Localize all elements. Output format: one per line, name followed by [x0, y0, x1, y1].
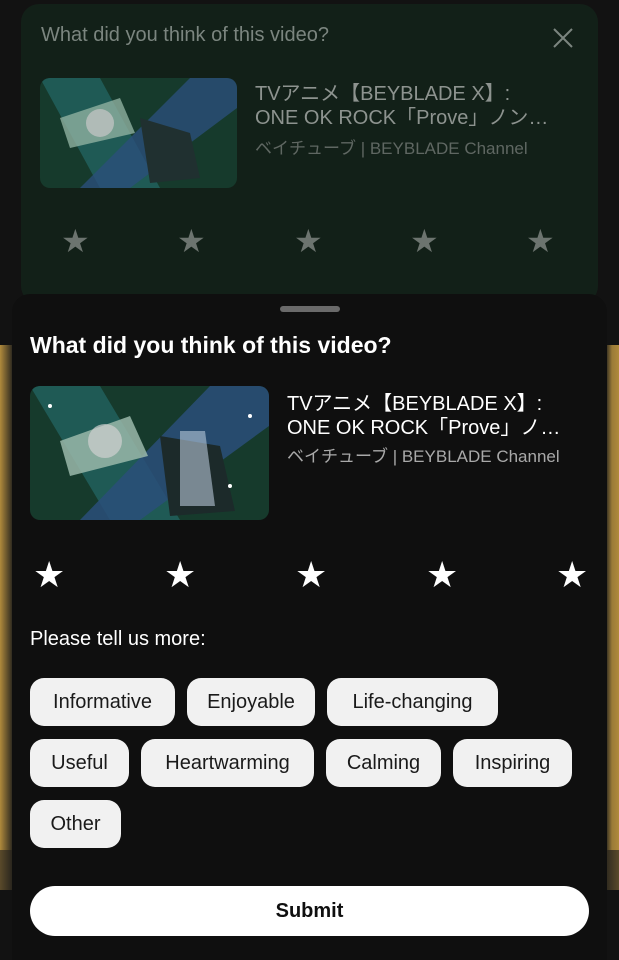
feedback-prompt: Please tell us more: [30, 628, 206, 650]
chip-inspiring[interactable]: Inspiring [453, 739, 572, 787]
background-card-title: What did you think of this video? [41, 24, 329, 46]
star-icon: ★ [410, 223, 439, 259]
star-icon[interactable]: ★ [426, 554, 458, 596]
rating-bottom-sheet: What did you think of this video? TVアニメ【… [12, 294, 607, 960]
channel-name: ベイチューブ | BEYBLADE Channel [287, 447, 560, 466]
star-icon: ★ [526, 223, 555, 259]
star-icon[interactable]: ★ [556, 554, 588, 596]
chip-life-changing[interactable]: Life-changing [327, 678, 498, 726]
star-rating: ★ ★ ★ ★ ★ [12, 554, 607, 598]
background-video-title-line2: ONE OK ROCK「Prove」ノン… [255, 107, 549, 129]
star-icon: ★ [61, 223, 90, 259]
chip-heartwarming[interactable]: Heartwarming [141, 739, 314, 787]
background-channel-name: ベイチューブ | BEYBLADE Channel [255, 139, 528, 158]
background-video-title-line1: TVアニメ【BEYBLADE X】: [255, 83, 511, 105]
chip-other[interactable]: Other [30, 800, 121, 848]
chip-enjoyable[interactable]: Enjoyable [187, 678, 315, 726]
background-video-thumbnail [40, 78, 237, 188]
video-title: TVアニメ【BEYBLADE X】: ONE OK ROCK「Prove」ノ… [287, 392, 582, 440]
video-title-line1: TVアニメ【BEYBLADE X】: [287, 393, 543, 415]
star-icon[interactable]: ★ [295, 554, 327, 596]
video-thumbnail [30, 386, 269, 520]
star-icon: ★ [177, 223, 206, 259]
background-rating-card: What did you think of this video? TVアニメ【… [21, 4, 598, 304]
chip-calming[interactable]: Calming [326, 739, 441, 787]
chip-useful[interactable]: Useful [30, 739, 129, 787]
chip-informative[interactable]: Informative [30, 678, 175, 726]
star-icon[interactable]: ★ [33, 554, 65, 596]
star-icon: ★ [294, 223, 323, 259]
background-star-rating: ★ ★ ★ ★ ★ [21, 222, 598, 262]
video-title-line2: ONE OK ROCK「Prove」ノ… [287, 417, 561, 439]
background-video-title: TVアニメ【BEYBLADE X】: ONE OK ROCK「Prove」ノン… [255, 82, 575, 130]
drag-handle[interactable] [280, 306, 340, 312]
sheet-title: What did you think of this video? [30, 332, 392, 358]
close-icon[interactable] [551, 26, 575, 50]
star-icon[interactable]: ★ [164, 554, 196, 596]
submit-button[interactable]: Submit [30, 886, 589, 936]
